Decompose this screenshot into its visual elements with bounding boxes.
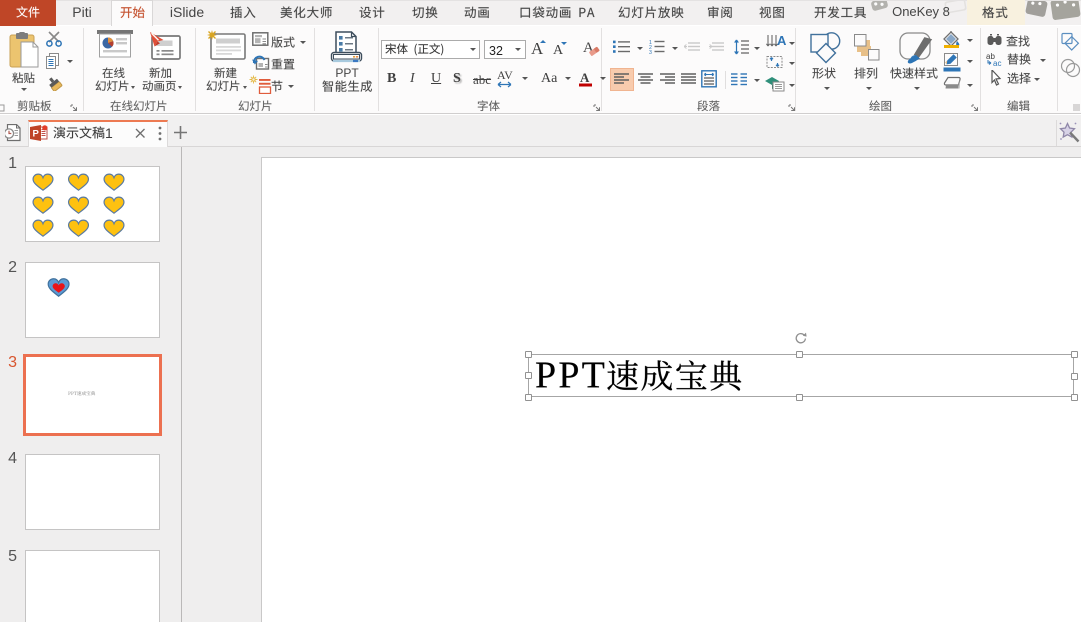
- svg-text:3: 3: [649, 50, 652, 54]
- svg-text:A: A: [580, 70, 590, 85]
- svg-text:ac: ac: [993, 59, 1001, 67]
- svg-text:A: A: [777, 34, 786, 48]
- svg-text:A: A: [553, 43, 564, 57]
- svg-text:AV: AV: [497, 68, 513, 82]
- svg-text:P: P: [33, 129, 40, 140]
